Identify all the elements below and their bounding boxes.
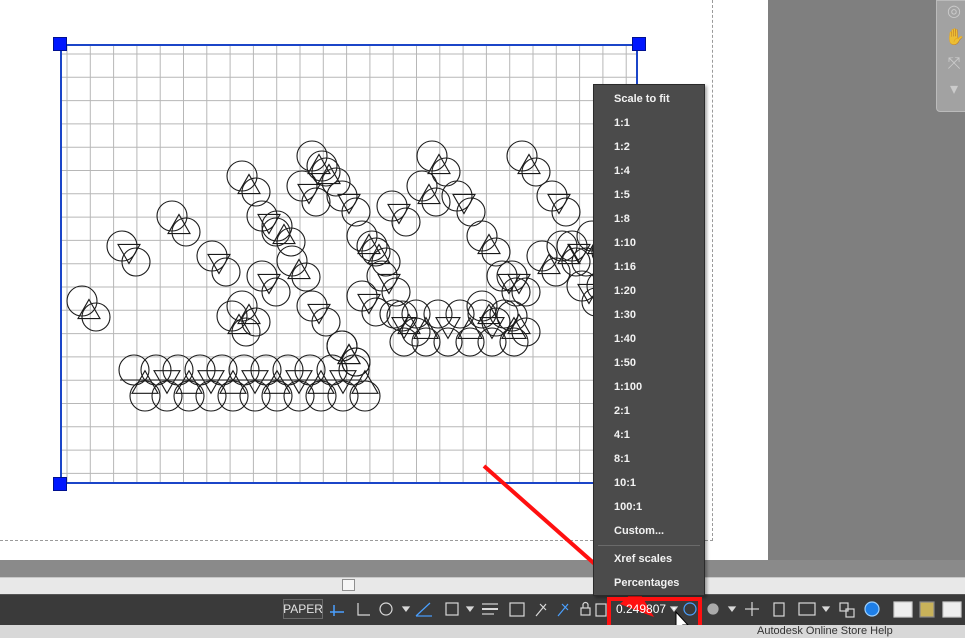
menu-item-scale[interactable]: 100:1	[614, 499, 642, 515]
menu-separator	[598, 545, 700, 546]
paper-space-toggle[interactable]: PAPER	[283, 599, 323, 619]
chevron-down-icon[interactable]: ▾	[945, 81, 963, 99]
menu-item-scale[interactable]: 1:1	[614, 115, 630, 131]
menu-item-scale[interactable]: 1:20	[614, 283, 636, 299]
menu-item-scale[interactable]: 10:1	[614, 475, 636, 491]
menu-item-scale[interactable]: 8:1	[614, 451, 630, 467]
menu-item-scale[interactable]: 2:1	[614, 403, 630, 419]
menu-item-scale[interactable]: 1:8	[614, 211, 630, 227]
layout-viewport[interactable]	[60, 44, 638, 484]
menu-item-percentages[interactable]: Percentages	[614, 575, 679, 591]
menu-item-scale[interactable]: 1:16	[614, 259, 636, 275]
footer-text: Autodesk Online Store Help	[757, 625, 893, 637]
menu-item-scale[interactable]: 1:5	[614, 187, 630, 203]
canvas-gap	[0, 560, 965, 577]
viewport-grip-top-right[interactable]	[632, 37, 646, 51]
scrollbar-thumb[interactable]	[342, 579, 355, 591]
menu-item-xref-scales[interactable]: Xref scales	[614, 551, 672, 567]
zoom-extents-icon[interactable]: ⤧	[945, 55, 963, 73]
menu-item-scale[interactable]: 1:4	[614, 163, 630, 179]
menu-item-scale[interactable]: 4:1	[614, 427, 630, 443]
status-bar	[0, 594, 965, 625]
horizontal-scrollbar[interactable]	[0, 577, 965, 594]
menu-item-scale[interactable]: 1:30	[614, 307, 636, 323]
menu-item-scale-to-fit[interactable]: Scale to fit	[614, 91, 670, 107]
viewport-grip-bottom-left[interactable]	[53, 477, 67, 491]
viewport-grip-top-left[interactable]	[53, 37, 67, 51]
steering-wheel-icon[interactable]: ◎	[945, 3, 963, 21]
footer-strip: Autodesk Online Store Help	[0, 625, 965, 638]
navigation-bar: ◎ ✋ ⤧ ▾	[936, 0, 965, 112]
menu-item-custom[interactable]: Custom...	[614, 523, 664, 539]
drawing-grid	[62, 46, 636, 482]
menu-item-scale[interactable]: 1:10	[614, 235, 636, 251]
viewport-drawing	[62, 46, 636, 482]
menu-item-scale[interactable]: 1:2	[614, 139, 630, 155]
chain-drawing	[66, 140, 631, 412]
menu-item-scale[interactable]: 1:100	[614, 379, 642, 395]
menu-item-scale[interactable]: 1:40	[614, 331, 636, 347]
pan-hand-icon[interactable]: ✋	[945, 29, 965, 47]
menu-item-scale[interactable]: 1:50	[614, 355, 636, 371]
scale-list-menu: Scale to fit 1:1 1:2 1:4 1:5 1:8 1:10 1:…	[593, 84, 705, 596]
